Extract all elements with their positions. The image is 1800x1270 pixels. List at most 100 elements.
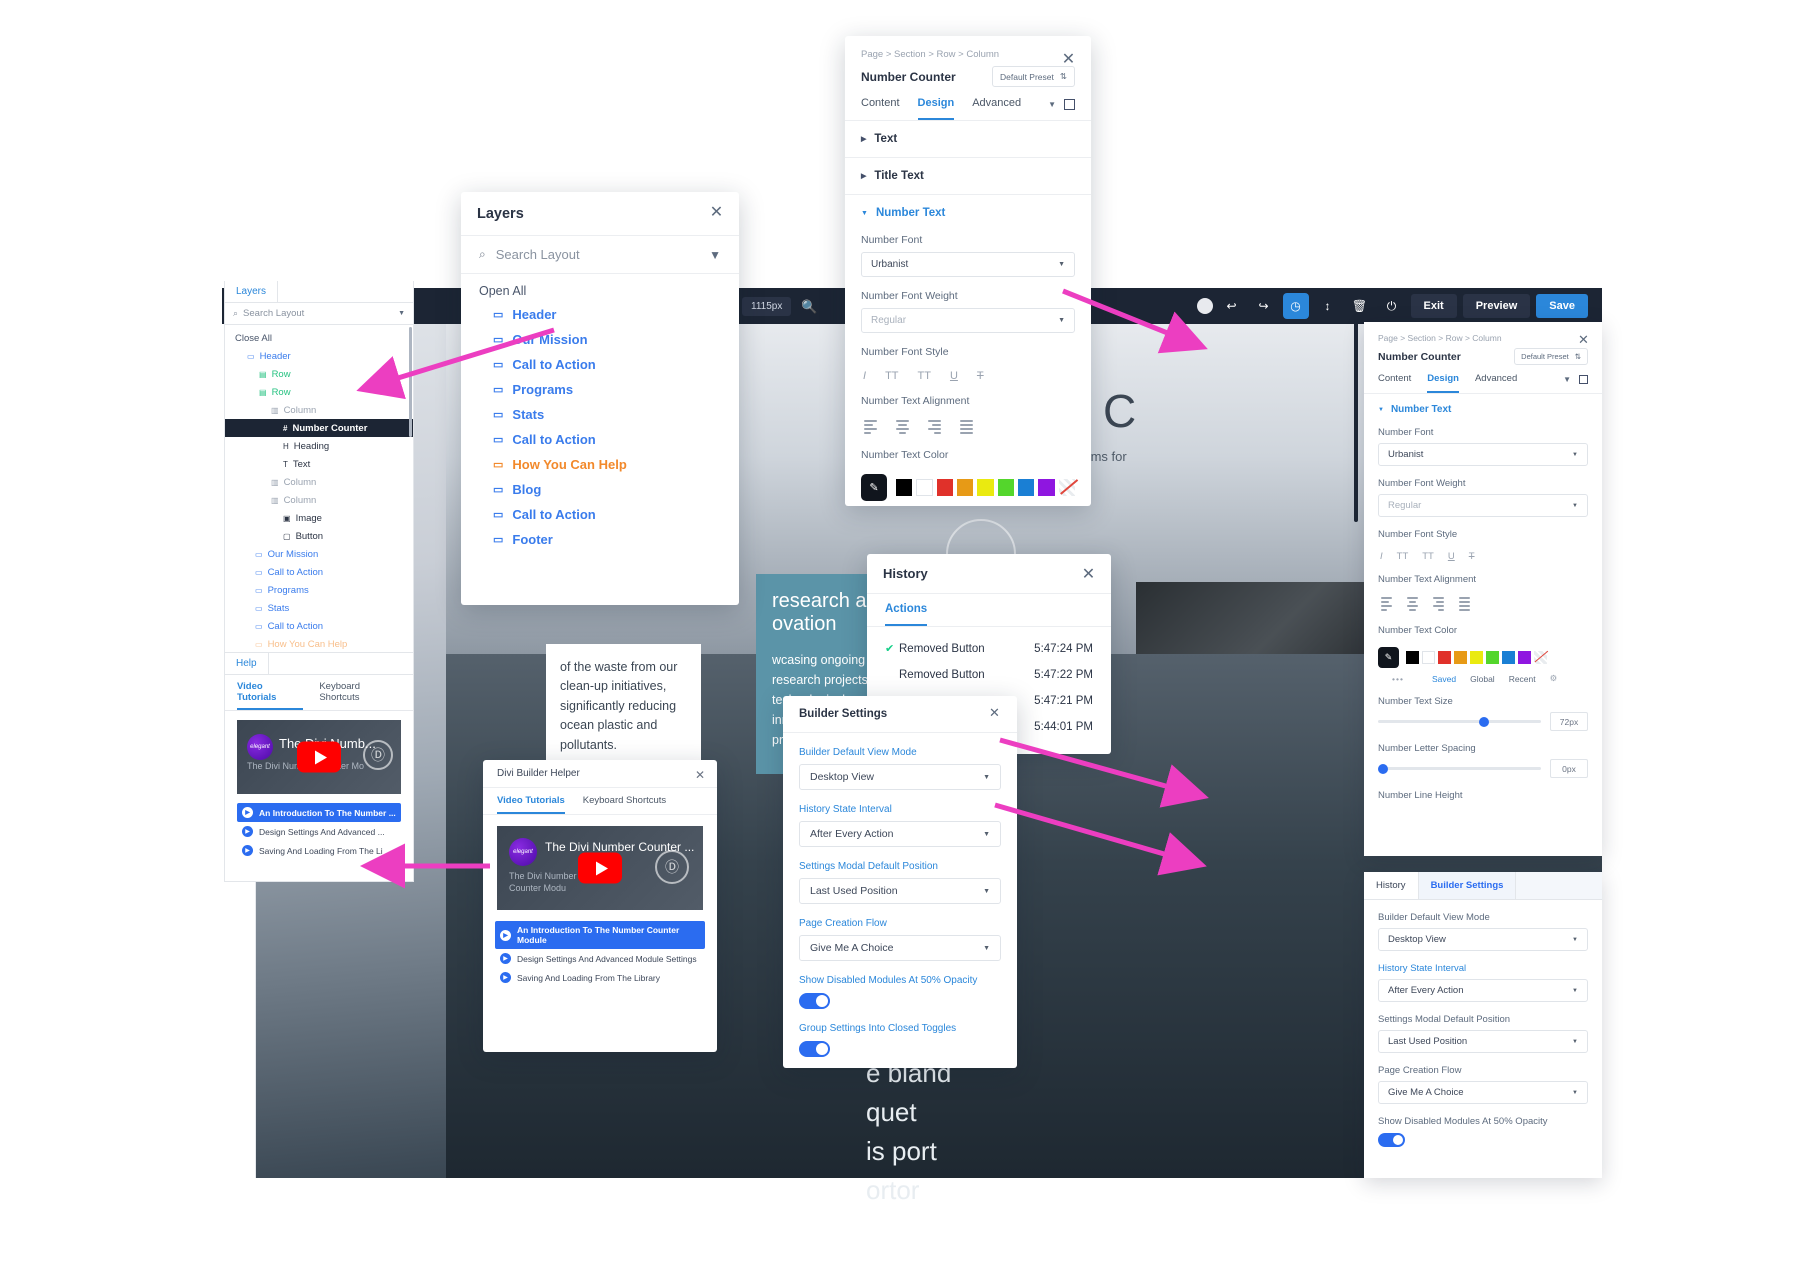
align-justify-icon[interactable]	[960, 420, 973, 436]
swatch-green[interactable]	[1486, 651, 1499, 664]
layer-row-image[interactable]: ▣ Image	[225, 509, 413, 527]
layers-modal-item-our-mission[interactable]: ▭ Our Mission	[461, 327, 739, 352]
layers-modal-item-blog[interactable]: ▭ Blog	[461, 477, 739, 502]
layer-row-cta1[interactable]: ▭ Call to Action	[225, 563, 413, 581]
viewport-width-value[interactable]: 1115px	[742, 296, 792, 316]
eyedropper-icon[interactable]: ✎	[1378, 647, 1399, 668]
right-panel-scrollbar[interactable]	[1354, 322, 1358, 522]
layer-row-button[interactable]: ▢ Button	[225, 527, 413, 545]
help-video-item-3[interactable]: ▶ Saving And Loading From The Li	[237, 841, 401, 860]
more-dots-icon[interactable]: •••	[1392, 674, 1404, 684]
save-button[interactable]: Save	[1536, 294, 1588, 318]
search-icon[interactable]: 🔍	[801, 300, 817, 313]
accordion-title-text[interactable]: ▶ Title Text	[845, 158, 1091, 195]
underline-icon[interactable]: U	[1448, 551, 1455, 562]
swatch-yellow[interactable]	[1470, 651, 1483, 664]
italic-icon[interactable]: I	[863, 370, 866, 382]
preset-selector[interactable]: Default Preset ⇅	[992, 66, 1075, 87]
color-tab-saved[interactable]: Saved	[1432, 674, 1456, 684]
italic-icon[interactable]: I	[1380, 551, 1383, 562]
swatch-orange[interactable]	[957, 479, 974, 496]
close-icon[interactable]: ✕	[708, 205, 725, 222]
accordion-text[interactable]: ▶ Text	[845, 121, 1091, 158]
color-tab-recent[interactable]: Recent	[1509, 674, 1536, 684]
youtube-play-icon[interactable]	[297, 741, 341, 773]
layers-modal-item-programs[interactable]: ▭ Programs	[461, 377, 739, 402]
number-font-select[interactable]: Urbanist ▼	[1378, 443, 1588, 466]
tab-layers[interactable]: Layers	[225, 281, 279, 302]
tab-actions[interactable]: Actions	[885, 594, 928, 626]
layer-row-column2[interactable]: ▥ Column	[225, 473, 413, 491]
tab-advanced[interactable]: Advanced	[972, 97, 1021, 120]
number-font-select[interactable]: Urbanist ▼	[861, 252, 1075, 277]
number-letter-spacing-value[interactable]: 0px	[1550, 759, 1588, 778]
settings-modal-default-position-select[interactable]: Last Used Position ▼	[799, 878, 1001, 904]
swatch-purple[interactable]	[1038, 479, 1055, 496]
tab-help[interactable]: Help	[225, 653, 269, 674]
tab-design[interactable]: Design	[917, 97, 955, 120]
swatch-black[interactable]	[895, 479, 913, 496]
layer-row-text[interactable]: T Text	[225, 455, 413, 473]
history-row-1[interactable]: ✔ Removed Button 5:47:24 PM	[867, 635, 1111, 662]
history-icon[interactable]: ◷	[1282, 293, 1309, 319]
close-all-button[interactable]: Close All	[225, 330, 413, 347]
exit-button[interactable]: Exit	[1410, 294, 1457, 318]
chevron-down-icon[interactable]: ▼	[1048, 100, 1056, 109]
show-disabled-modules-toggle[interactable]	[799, 993, 830, 1009]
subtab-video-tutorials[interactable]: Video Tutorials	[497, 795, 565, 814]
close-icon[interactable]: ✕	[1575, 332, 1592, 349]
help-video-item-2[interactable]: ▶ Design Settings And Advanced ...	[237, 822, 401, 841]
redo-icon[interactable]: ↪	[1251, 293, 1277, 319]
swatch-orange[interactable]	[1454, 651, 1467, 664]
swatch-green[interactable]	[997, 479, 1014, 496]
sort-icon[interactable]: ↕	[1315, 293, 1341, 319]
swatch-blue[interactable]	[1017, 479, 1035, 496]
divi-helper-video-item-2[interactable]: ▶ Design Settings And Advanced Module Se…	[495, 949, 705, 968]
uppercase-icon[interactable]: TT	[885, 370, 898, 382]
swatch-transparent[interactable]	[1534, 651, 1547, 664]
divi-helper-video-item-3[interactable]: ▶ Saving And Loading From The Library	[495, 968, 705, 987]
number-text-size-value[interactable]: 72px	[1550, 712, 1588, 731]
open-all-button[interactable]: Open All	[461, 274, 739, 302]
swatch-purple[interactable]	[1518, 651, 1531, 664]
help-video-item-1[interactable]: ▶ An Introduction To The Number ...	[237, 803, 401, 822]
tab-advanced[interactable]: Advanced	[1475, 373, 1517, 393]
toggle-knob-icon[interactable]	[1196, 298, 1213, 314]
align-left-icon[interactable]	[1381, 597, 1392, 613]
layers-modal-item-header[interactable]: ▭ Header	[461, 302, 739, 327]
align-justify-icon[interactable]	[1459, 597, 1470, 613]
history-state-interval-select[interactable]: After Every Action ▼	[1378, 979, 1588, 1002]
builder-default-view-mode-select[interactable]: Desktop View ▼	[1378, 928, 1588, 951]
number-text-size-slider[interactable]	[1378, 716, 1541, 727]
uppercase-icon[interactable]: TT	[1397, 551, 1409, 562]
layer-row-heading[interactable]: H Heading	[225, 437, 413, 455]
close-icon[interactable]: ✕	[1080, 567, 1097, 584]
swatch-white[interactable]	[916, 479, 933, 496]
swatch-blue[interactable]	[1502, 651, 1515, 664]
divi-helper-video-item-1[interactable]: ▶ An Introduction To The Number Counter …	[495, 921, 705, 949]
history-row-2[interactable]: Removed Button 5:47:22 PM	[867, 662, 1111, 688]
smallcaps-icon[interactable]: TT	[918, 370, 931, 382]
group-settings-toggles-toggle[interactable]	[799, 1041, 830, 1057]
subtab-video-tutorials[interactable]: Video Tutorials	[237, 681, 304, 710]
close-icon[interactable]: ✕	[1060, 52, 1077, 69]
right-panel-accordion-number-text[interactable]: ▼ Number Text	[1364, 394, 1602, 415]
tab-builder-settings[interactable]: Builder Settings	[1418, 872, 1517, 899]
layer-row-column1[interactable]: ▥ Column	[225, 401, 413, 419]
number-letter-spacing-slider[interactable]	[1378, 763, 1541, 774]
subtab-keyboard-shortcuts[interactable]: Keyboard Shortcuts	[319, 681, 401, 710]
layers-dock-search[interactable]: ⌕ Search Layout ▼	[225, 303, 413, 325]
trash-icon[interactable]: 🗑	[1347, 293, 1373, 319]
layers-modal-item-how-you-can-help[interactable]: ▭ How You Can Help	[461, 452, 739, 477]
right-panel-preset-selector[interactable]: Default Preset ⇅	[1514, 348, 1588, 365]
swatch-white[interactable]	[1422, 651, 1435, 664]
tab-content[interactable]: Content	[861, 97, 900, 120]
expand-icon[interactable]	[1064, 99, 1075, 110]
chevron-down-icon[interactable]: ▼	[398, 310, 405, 317]
layers-dock-scrollbar[interactable]	[409, 327, 412, 437]
page-creation-flow-select[interactable]: Give Me A Choice ▼	[1378, 1081, 1588, 1104]
underline-icon[interactable]: U	[950, 370, 958, 382]
builder-default-view-mode-select[interactable]: Desktop View ▼	[799, 764, 1001, 790]
layer-row-number-counter[interactable]: # Number Counter	[225, 419, 413, 437]
align-center-icon[interactable]	[896, 420, 909, 436]
